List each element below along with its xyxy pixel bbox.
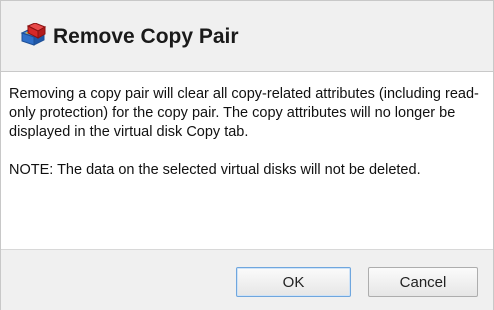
note-paragraph: NOTE: The data on the selected virtual d… bbox=[9, 162, 421, 178]
dialog-title-bar: Remove Copy Pair bbox=[1, 1, 493, 72]
dialog-message: Removing a copy pair will clear all copy… bbox=[9, 85, 489, 180]
dialog-button-bar: OK Cancel bbox=[1, 249, 493, 310]
remove-copy-pair-dialog: Remove Copy Pair Removing a copy pair wi… bbox=[0, 0, 494, 310]
message-paragraph: Removing a copy pair will clear all copy… bbox=[9, 86, 479, 140]
disk-remove-icon bbox=[19, 22, 47, 49]
cancel-button[interactable]: Cancel bbox=[368, 267, 478, 297]
dialog-title: Remove Copy Pair bbox=[53, 25, 239, 48]
ok-button[interactable]: OK bbox=[236, 267, 351, 297]
